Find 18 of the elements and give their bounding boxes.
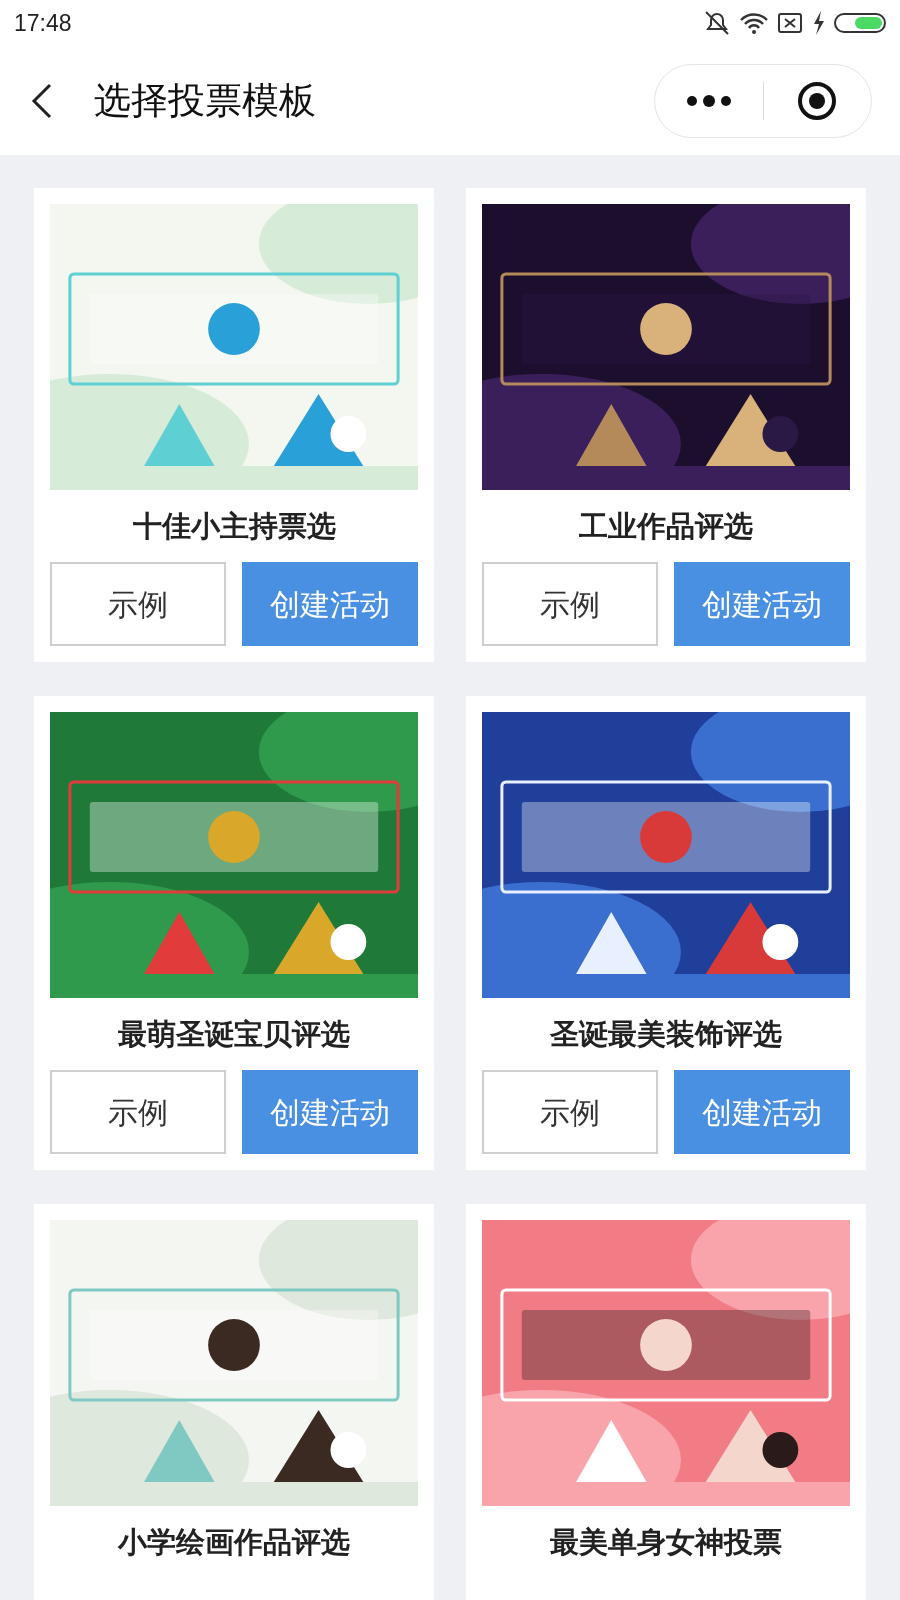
wifi-icon — [740, 11, 768, 35]
no-sim-icon — [778, 13, 802, 33]
template-title: 最美单身女神投票 — [549, 1525, 783, 1560]
example-button[interactable]: 示例 — [482, 562, 658, 646]
template-title: 十佳小主持票选 — [131, 509, 337, 544]
template-title: 圣诞最美装饰评选 — [549, 1017, 783, 1052]
charging-icon — [812, 11, 824, 35]
example-button[interactable]: 示例 — [50, 1070, 226, 1154]
page-title: 选择投票模板 — [94, 78, 316, 123]
more-icon[interactable] — [685, 94, 732, 107]
template-title: 工业作品评选 — [578, 509, 754, 544]
example-button[interactable]: 示例 — [482, 1070, 658, 1154]
battery-icon — [834, 13, 886, 33]
status-time: 17:48 — [14, 8, 72, 38]
muted-bell-icon — [704, 10, 730, 36]
template-title: 最萌圣诞宝贝评选 — [117, 1017, 351, 1052]
template-title: 小学绘画作品评选 — [116, 1525, 351, 1560]
example-button[interactable]: 示例 — [50, 562, 226, 646]
